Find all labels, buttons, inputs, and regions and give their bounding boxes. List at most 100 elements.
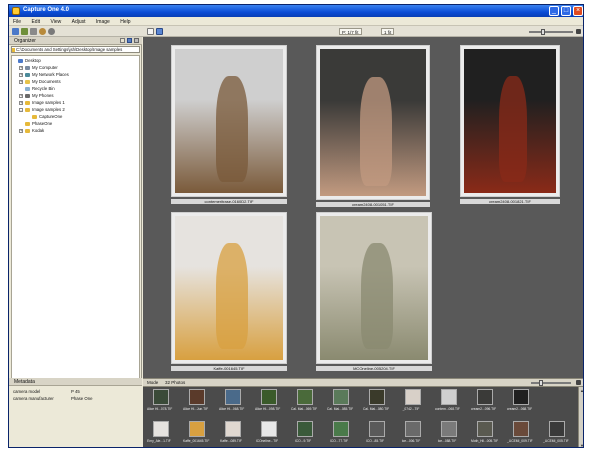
filmstrip-caption: contem...068.TIF: [435, 407, 460, 411]
tree-expander[interactable]: +: [19, 129, 23, 133]
menu-image[interactable]: Image: [92, 17, 115, 25]
filmstrip-thumbnail[interactable]: [441, 389, 457, 405]
menu-arrow-icon[interactable]: [120, 38, 125, 43]
minimize-button[interactable]: _: [549, 6, 559, 16]
filmstrip-thumbnail[interactable]: [477, 421, 493, 437]
filmstrip-caption: cream2...068.TIF: [507, 407, 533, 411]
filmstrip-thumbnail[interactable]: [333, 421, 349, 437]
path-field[interactable]: C:\Documents and Settings\jsh\Desktop\Im…: [11, 46, 140, 53]
filmstrip-thumbnail[interactable]: [261, 421, 277, 437]
filmstrip-thumbnail[interactable]: [369, 389, 385, 405]
menu-view[interactable]: View: [46, 17, 66, 25]
filmstrip-slider-thumb[interactable]: [539, 380, 543, 386]
metadata-value: P 45: [71, 389, 80, 394]
tree-item-label: CaptureOne: [39, 114, 63, 119]
panel-options-icon[interactable]: [134, 38, 139, 43]
metadata-title: Metadata: [14, 379, 35, 385]
title-bar: Capture One 4.0 _ □ ×: [9, 5, 583, 17]
tree-expander[interactable]: +: [19, 80, 23, 84]
zoom-slider[interactable]: [529, 31, 573, 33]
library-icon[interactable]: [12, 28, 19, 35]
photo-caption: MCOneline-005204.TIF: [316, 366, 432, 371]
zoom-slider-thumb[interactable]: [541, 29, 545, 35]
filmstrip-caption: cream2...096.TIF: [471, 407, 497, 411]
filmstrip-caption: Alice Hl...098.TIF: [255, 407, 281, 411]
filmstrip-thumbnail[interactable]: [261, 389, 277, 405]
folder-tree[interactable]: Desktop + My Computer + My Network Places + My…: [11, 55, 140, 379]
filmstrip-caption: Ice...006.TIF: [401, 439, 421, 443]
filmstrip-thumbnail[interactable]: [297, 421, 313, 437]
filmstrip-thumbnail[interactable]: [189, 421, 205, 437]
menu-file[interactable]: File: [9, 17, 26, 25]
filmstrip-thumbnail[interactable]: [225, 389, 241, 405]
photo-thumbnail[interactable]: [460, 45, 560, 197]
filmstrip-thumbnail[interactable]: [477, 389, 493, 405]
photo-thumbnail[interactable]: [171, 212, 287, 364]
photo-thumbnail[interactable]: [316, 45, 430, 200]
folder-icon: [25, 122, 30, 126]
single-view-icon[interactable]: [147, 28, 154, 35]
tree-item-label: My Network Places: [32, 72, 69, 77]
photo-caption: Kaffe-001645.TIF: [171, 366, 287, 371]
computer-icon: [25, 66, 30, 70]
filmstrip-scrollbar[interactable]: ▲ ▼: [578, 387, 583, 447]
filmstrip-thumbnail[interactable]: [333, 389, 349, 405]
filmstrip-thumbnail[interactable]: [405, 421, 421, 437]
tree-expander[interactable]: +: [19, 101, 23, 105]
filmstrip-thumbnail[interactable]: [513, 389, 529, 405]
filmstrip-thumbnail[interactable]: [405, 389, 421, 405]
filmstrip-caption: ICO...77.TIF: [329, 439, 349, 443]
zoom-in-icon[interactable]: [576, 29, 581, 34]
folder-icon: [32, 115, 37, 119]
zoom-display[interactable]: P: 1/7 fit: [339, 28, 362, 35]
menu-adjust[interactable]: Adjust: [68, 17, 91, 25]
filmstrip-thumbnail[interactable]: [189, 389, 205, 405]
tree-expander[interactable]: +: [19, 94, 23, 98]
menu-help[interactable]: Help: [116, 17, 135, 25]
tree-item-label: Image samples 2: [32, 107, 65, 112]
capture-icon[interactable]: [21, 28, 28, 35]
tree-expander[interactable]: -: [19, 108, 23, 112]
filmstrip-thumbnail[interactable]: [297, 389, 313, 405]
tree-expander[interactable]: +: [19, 73, 23, 77]
color-icon[interactable]: [30, 28, 37, 35]
filmstrip-thumbnail[interactable]: [153, 421, 169, 437]
browse-icon[interactable]: [127, 38, 132, 43]
filmstrip-thumbnail[interactable]: [369, 421, 385, 437]
filmstrip-thumbnail[interactable]: [153, 389, 169, 405]
mode-label[interactable]: Mode: [147, 380, 158, 385]
close-button[interactable]: ×: [573, 6, 583, 16]
scroll-up-icon[interactable]: ▲: [580, 388, 583, 393]
left-panel: Organizer C:\Documents and Settings\jsh\…: [9, 37, 142, 447]
photo-thumbnail[interactable]: [316, 212, 432, 364]
model-figure: [360, 77, 392, 186]
settings-icon[interactable]: [48, 28, 55, 35]
filmstrip[interactable]: ▲ ▼ Alice Hl...078.TIF Alice Hl...Jun.TIF…: [143, 387, 583, 447]
maximize-button[interactable]: □: [561, 6, 571, 16]
filmstrip-thumbnail[interactable]: [513, 421, 529, 437]
filmstrip-caption: ICOneline...TIF: [255, 439, 279, 443]
filmstrip-thumbnail[interactable]: [441, 421, 457, 437]
filmstrip-thumbnail[interactable]: [549, 421, 565, 437]
page-display[interactable]: 1 fit: [381, 28, 395, 35]
filmstrip-caption: Emy_Ale...1.TIF: [147, 439, 171, 443]
documents-icon: [25, 80, 30, 84]
filmstrip-thumbnail[interactable]: [225, 421, 241, 437]
thumbnail-viewer[interactable]: contemeritrase-0160D2.TIF cream2408-00105…: [143, 37, 583, 378]
photo-thumbnail[interactable]: [171, 45, 287, 197]
menu-edit[interactable]: Edit: [27, 17, 45, 25]
exposure-icon[interactable]: [39, 28, 46, 35]
folder-icon: [25, 108, 30, 112]
tree-item-label: Recycle Bin: [32, 86, 55, 91]
scroll-down-icon[interactable]: ▼: [580, 443, 583, 447]
enlarge-icon[interactable]: [576, 380, 581, 385]
metadata-row: camera manufacturer: [13, 396, 54, 401]
filmstrip-caption: Ice...088.TIF: [437, 439, 457, 443]
organizer-header: Organizer: [9, 37, 142, 45]
filmstrip-caption: ICO...85.TIF: [365, 439, 385, 443]
tree-item-label: Kodak: [32, 128, 45, 133]
tree-expander[interactable]: +: [19, 66, 23, 70]
filmstrip-size-slider[interactable]: [531, 382, 571, 384]
metadata-header[interactable]: Metadata: [9, 378, 142, 386]
grid-view-icon[interactable]: [156, 28, 163, 35]
